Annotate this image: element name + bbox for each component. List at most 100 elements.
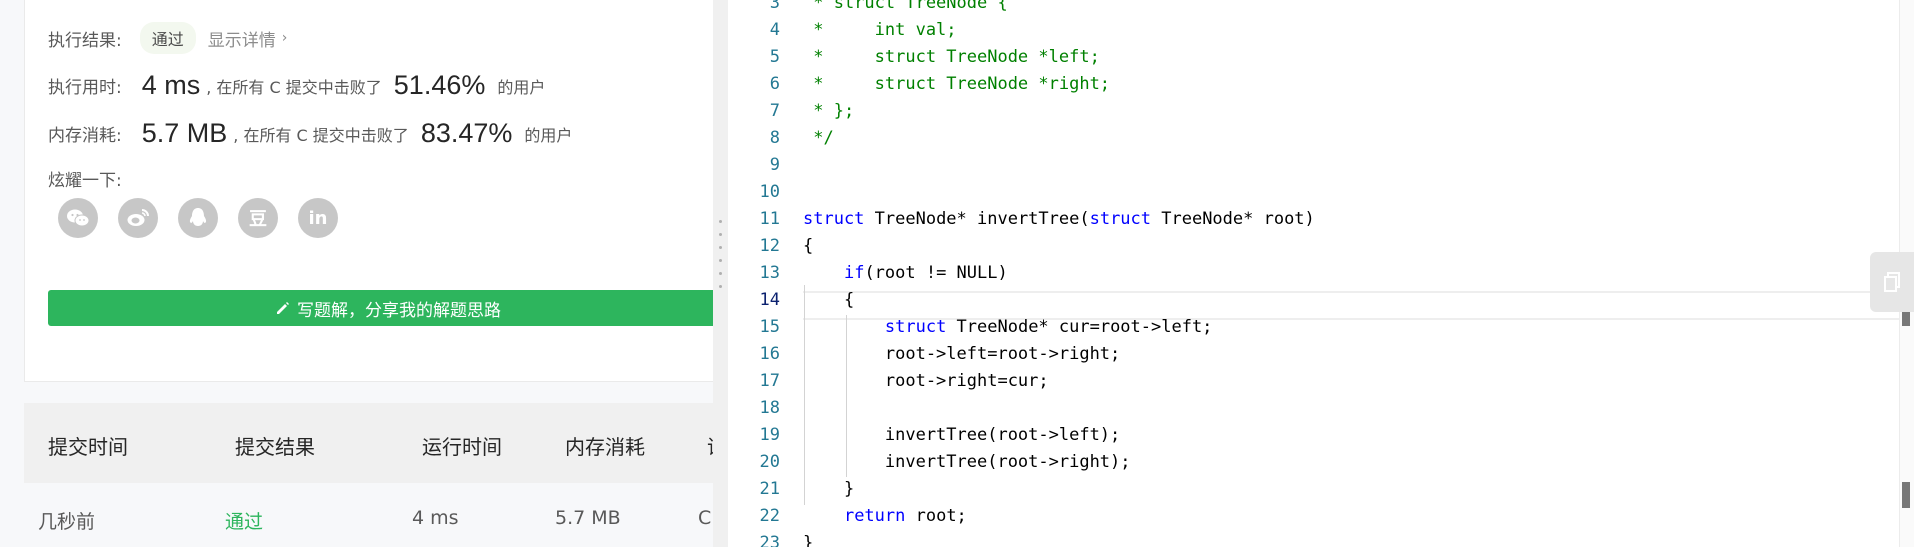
code-line[interactable]: 20 invertTree(root->right); [728,449,1914,476]
code-text[interactable]: * struct TreeNode *left; [803,44,1100,71]
row-runtime: 4 ms [412,507,459,529]
code-line[interactable]: 14 { [728,287,1914,314]
code-line[interactable]: 9 [728,152,1914,179]
code-line[interactable]: 15 struct TreeNode* cur=root->left; [728,314,1914,341]
row-memory: 5.7 MB [555,507,621,529]
code-line[interactable]: 6 * struct TreeNode *right; [728,71,1914,98]
row-submit-result[interactable]: 通过 [225,507,263,534]
code-text[interactable]: { [803,287,854,314]
runtime-percent: 51.46% [393,70,486,100]
code-editor[interactable]: 3 * struct TreeNode {4 * int val; 5 * str… [728,0,1914,547]
code-line[interactable]: 17 root->right=cur; [728,368,1914,395]
line-number: 8 [769,128,780,148]
line-number: 7 [769,101,780,121]
code-line[interactable]: 21 } [728,476,1914,503]
memory-value: 5.7 MB [141,118,228,148]
code-line[interactable]: 19 invertTree(root->left); [728,422,1914,449]
qq-icon[interactable] [178,198,218,238]
scroll-thumb[interactable] [1902,482,1910,508]
copy-icon [1884,272,1900,292]
line-number: 22 [759,506,780,526]
line-number: 10 [759,182,780,202]
code-text[interactable]: struct TreeNode* invertTree(struct TreeN… [803,206,1315,233]
submissions-table-header: 提交时间 提交结果 运行时间 内存消耗 语 [24,403,713,483]
line-number: 6 [769,74,780,94]
splitter-grip-dot [719,272,722,275]
code-text[interactable]: invertTree(root->left); [803,422,1120,449]
chevron-right-icon[interactable]: › [282,30,288,46]
code-line[interactable]: 12 { [728,233,1914,260]
line-number: 3 [769,0,780,13]
line-number: 13 [759,263,780,283]
code-line[interactable]: 18 [728,395,1914,422]
show-details-link[interactable]: 显示详情 [208,26,276,51]
wechat-icon[interactable] [58,198,98,238]
runtime-beat-text: , 在所有 C 提交中击败了 [206,77,382,97]
code-line[interactable]: 10 [728,179,1914,206]
memory-beat-text: , 在所有 C 提交中击败了 [233,125,409,145]
line-number: 16 [759,344,780,364]
code-line[interactable]: 22 return root; [728,503,1914,530]
line-number: 11 [759,209,780,229]
code-line[interactable]: 5 * struct TreeNode *left; [728,44,1914,71]
col-submit-time[interactable]: 提交时间 [48,431,128,460]
runtime-value: 4 ms [141,70,201,100]
line-number: 5 [769,47,780,67]
line-number: 4 [769,20,780,40]
code-line[interactable]: 23} [728,530,1914,547]
line-number: 20 [759,452,780,472]
code-line[interactable]: 11 struct TreeNode* invertTree(struct Tre… [728,206,1914,233]
panel-splitter[interactable] [713,0,728,547]
code-text[interactable]: { [803,233,813,260]
col-runtime[interactable]: 运行时间 [422,431,502,460]
share-icons: 豆 in [58,198,338,238]
result-label: 执行结果: [48,30,122,51]
code-line[interactable]: 13 if(root != NULL) [728,260,1914,287]
code-line[interactable]: 4 * int val; [728,17,1914,44]
code-text[interactable]: invertTree(root->right); [803,449,1131,476]
douban-icon[interactable]: 豆 [238,198,278,238]
code-line[interactable]: 16 root->left=root->right; [728,341,1914,368]
write-solution-button[interactable]: 写题解，分享我的解题思路 [48,290,713,326]
code-text[interactable]: root->left=root->right; [803,341,1120,368]
col-memory[interactable]: 内存消耗 [565,431,645,460]
line-number: 17 [759,371,780,391]
code-text[interactable]: * struct TreeNode { [803,0,1007,17]
floating-toolbar-tab[interactable] [1870,252,1914,312]
code-line[interactable]: 7 * }; [728,98,1914,125]
code-text[interactable]: * int val; [803,17,956,44]
share-label: 炫耀一下: [48,171,122,191]
weibo-icon[interactable] [118,198,158,238]
status-badge: 通过 [139,22,196,54]
line-number: 15 [759,317,780,337]
code-text[interactable]: * }; [803,98,854,125]
line-number: 12 [759,236,780,256]
line-number: 9 [769,155,780,175]
code-text[interactable]: root->right=cur; [803,368,1049,395]
code-text[interactable]: if(root != NULL) [803,260,1008,287]
splitter-grip-dot [719,220,722,223]
row-submit-time: 几秒前 [38,511,96,533]
memory-row: 内存消耗: 5.7 MB , 在所有 C 提交中击败了 83.47% 的用户 [48,118,572,149]
memory-suffix: 的用户 [524,125,573,145]
splitter-grip-dot [719,285,722,288]
code-line[interactable]: 3 * struct TreeNode { [728,0,1914,17]
col-submit-result[interactable]: 提交结果 [235,431,315,460]
submission-result-panel: 执行结果: 通过 显示详情 › 执行用时: 4 ms , 在所有 C 提交中击败… [0,0,713,547]
memory-percent: 83.47% [420,118,513,148]
code-text[interactable]: } [803,476,854,503]
splitter-grip-dot [719,259,722,262]
line-number: 19 [759,425,780,445]
share-row: 炫耀一下: [48,166,122,191]
line-number: 21 [759,479,780,499]
code-line[interactable]: 8 */ [728,125,1914,152]
code-text[interactable]: * struct TreeNode *right; [803,71,1110,98]
code-text[interactable]: struct TreeNode* cur=root->left; [803,314,1213,341]
code-text[interactable]: return root; [803,503,967,530]
line-number: 23 [759,533,780,547]
linkedin-icon[interactable]: in [298,198,338,238]
line-number: 18 [759,398,780,418]
row-language: C [698,507,712,529]
code-text[interactable]: } [803,530,813,547]
code-text[interactable]: */ [803,125,833,152]
